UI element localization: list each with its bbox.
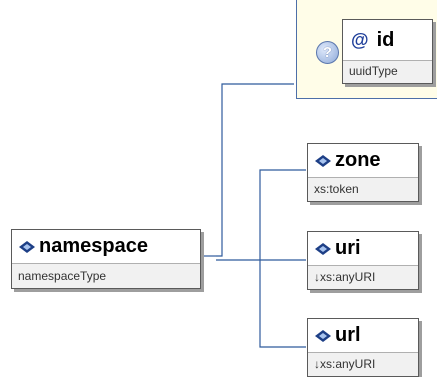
attribute-name: id	[376, 28, 395, 51]
element-name: zone	[335, 149, 381, 171]
element-namespace[interactable]: namespace namespaceType	[11, 229, 201, 289]
element-diamond-icon	[315, 154, 331, 167]
help-icon[interactable]: ?	[316, 41, 339, 64]
element-zone[interactable]: zone xs:token	[307, 143, 419, 202]
element-diamond-icon	[315, 329, 331, 342]
element-uri[interactable]: uri ↓xs:anyURI	[307, 231, 419, 290]
element-diamond-icon	[315, 242, 331, 255]
attribute-at-icon: @	[351, 30, 369, 50]
element-name: uri	[335, 237, 361, 259]
attribute-type: uuidType	[343, 61, 432, 83]
element-type: ↓xs:anyURI	[308, 266, 418, 289]
element-url[interactable]: url ↓xs:anyURI	[307, 318, 419, 377]
child-connector-url	[259, 260, 306, 348]
element-name: namespace	[39, 235, 148, 257]
attribute-id[interactable]: @ id uuidType	[342, 19, 433, 84]
element-diamond-icon	[19, 240, 35, 253]
help-glyph: ?	[322, 44, 333, 61]
element-type: ↓xs:anyURI	[308, 353, 418, 376]
element-name: url	[335, 324, 361, 346]
element-type: namespaceType	[12, 264, 200, 288]
sequence-connector	[216, 169, 306, 261]
element-type: xs:token	[308, 178, 418, 201]
